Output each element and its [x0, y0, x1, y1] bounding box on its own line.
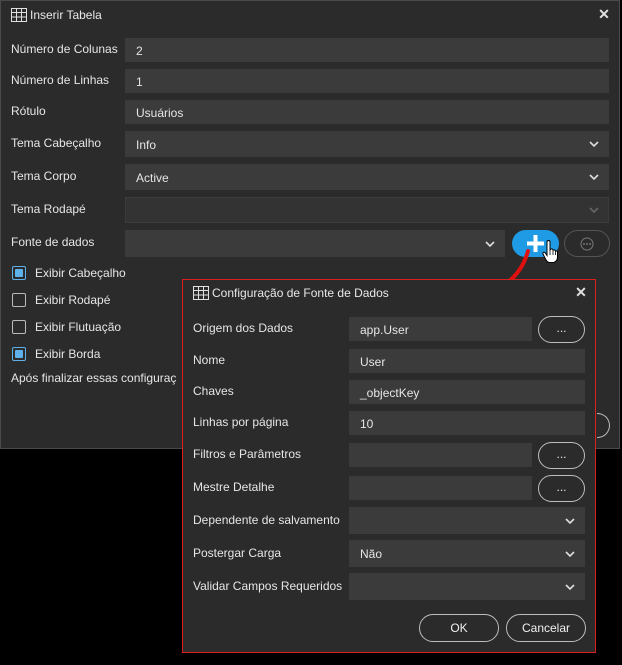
mestre-label: Mestre Detalhe — [193, 480, 275, 494]
rotulo-input[interactable]: Usuários — [125, 100, 609, 124]
num-rows-label: Número de Linhas — [11, 73, 110, 87]
datasource-config-dialog: Configuração de Fonte de Dados ✕ Origem … — [182, 279, 596, 653]
postergar-label: Postergar Carga — [193, 546, 282, 560]
tema-cabecalho-select[interactable]: Info — [125, 131, 609, 157]
filtros-input[interactable] — [349, 443, 532, 467]
dialog-titlebar: Configuração de Fonte de Dados ✕ — [183, 280, 595, 308]
close-icon[interactable]: ✕ — [597, 7, 611, 21]
rotulo-label: Rótulo — [11, 104, 46, 118]
chaves-label: Chaves — [193, 384, 234, 398]
close-icon[interactable]: ✕ — [574, 285, 588, 299]
fonte-dados-label: Fonte de dados — [11, 235, 95, 249]
dependente-select[interactable] — [349, 507, 585, 534]
checkbox-exibir-flutuacao[interactable] — [12, 320, 26, 334]
validar-select[interactable] — [349, 573, 585, 600]
checkbox-exibir-rodape[interactable] — [12, 293, 26, 307]
filtros-browse-button[interactable]: ... — [538, 442, 585, 469]
exibir-rodape-label: Exibir Rodapé — [35, 293, 111, 307]
origem-browse-button[interactable]: ... — [538, 316, 585, 343]
chevron-down-icon — [588, 138, 600, 150]
chaves-input[interactable]: _objectKey — [349, 380, 585, 404]
table-icon — [193, 286, 209, 300]
hand-cursor-icon — [542, 239, 560, 264]
more-options-icon — [580, 237, 594, 251]
dialog-titlebar: Inserir Tabela ✕ — [1, 1, 619, 29]
linhas-pagina-input[interactable]: 10 — [349, 411, 585, 435]
partially-hidden-button[interactable] — [597, 413, 610, 438]
exibir-borda-label: Exibir Borda — [35, 347, 101, 361]
num-columns-input[interactable]: 2 — [125, 38, 609, 62]
tema-corpo-select[interactable]: Active — [125, 164, 609, 190]
chevron-down-icon — [588, 171, 600, 183]
tema-cabecalho-label: Tema Cabeçalho — [11, 136, 102, 150]
ok-button[interactable]: OK — [419, 614, 499, 642]
tema-rodape-label: Tema Rodapé — [11, 202, 86, 216]
tema-corpo-value: Active — [136, 171, 169, 185]
chevron-down-icon — [564, 515, 576, 527]
chevron-down-icon — [564, 581, 576, 593]
nome-input[interactable]: User — [349, 349, 585, 373]
tema-rodape-select[interactable] — [125, 197, 609, 223]
tema-cabecalho-value: Info — [136, 138, 157, 152]
footer-note: Após finalizar essas configuraç — [11, 371, 177, 385]
chevron-down-icon — [588, 204, 600, 216]
mestre-browse-button[interactable]: ... — [538, 475, 585, 502]
validar-label: Validar Campos Requeridos — [193, 579, 343, 593]
fonte-dados-select[interactable] — [125, 230, 505, 257]
exibir-cabecalho-label: Exibir Cabeçalho — [35, 266, 126, 280]
nome-label: Nome — [193, 353, 226, 367]
mestre-input[interactable] — [349, 476, 532, 500]
dependente-label: Dependente de salvamento — [193, 513, 340, 527]
checkbox-exibir-borda[interactable] — [12, 347, 26, 361]
postergar-value: Não — [360, 547, 383, 561]
filtros-label: Filtros e Parâmetros — [193, 447, 302, 461]
dialog-title: Inserir Tabela — [30, 8, 102, 22]
checkbox-exibir-cabecalho[interactable] — [12, 266, 26, 280]
exibir-flutuacao-label: Exibir Flutuação — [35, 320, 122, 334]
cancel-button[interactable]: Cancelar — [506, 614, 586, 642]
num-columns-label: Número de Colunas — [11, 42, 118, 56]
origem-label: Origem dos Dados — [193, 321, 294, 335]
datasource-options-button[interactable] — [564, 230, 610, 257]
num-rows-input[interactable]: 1 — [125, 69, 609, 93]
table-icon — [11, 8, 27, 22]
dialog-title: Configuração de Fonte de Dados — [212, 286, 389, 300]
chevron-down-icon — [564, 548, 576, 560]
origem-input[interactable]: app.User — [349, 317, 532, 341]
postergar-select[interactable]: Não — [349, 540, 585, 567]
tema-corpo-label: Tema Corpo — [11, 169, 77, 183]
linhas-pagina-label: Linhas por página — [193, 415, 289, 429]
